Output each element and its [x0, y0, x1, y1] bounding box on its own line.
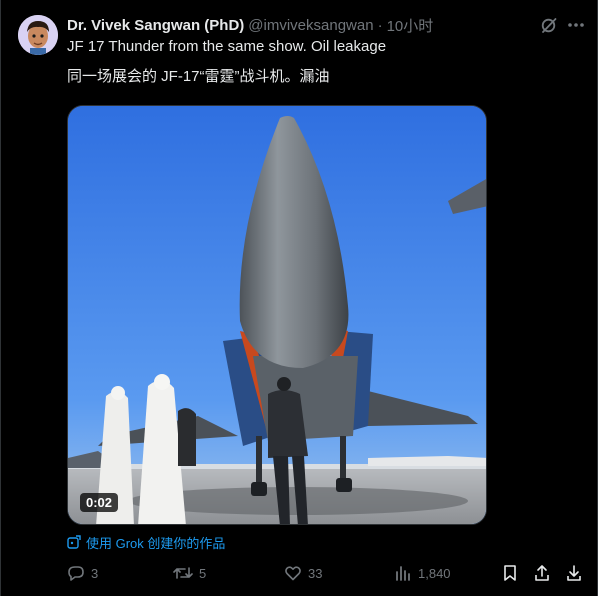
- video-time-badge: 0:02: [80, 493, 119, 512]
- bookmark-button[interactable]: [501, 562, 525, 584]
- video-player[interactable]: 0:02: [67, 105, 487, 525]
- reply-icon: [68, 566, 84, 581]
- repost-icon: [173, 567, 193, 579]
- avatar[interactable]: [18, 15, 58, 55]
- grok-create-link[interactable]: 使用 Grok 创建你的作品: [67, 533, 225, 551]
- bookmark-icon: [504, 565, 516, 581]
- views-count: 1,840: [418, 565, 451, 581]
- post-text-line1: JF 17 Thunder from the same show. Oil le…: [67, 38, 387, 55]
- post-text-line2: 同一场展会的 JF-17“雷霆”战斗机。漏油: [67, 68, 330, 85]
- views-button[interactable]: 1,840: [394, 562, 451, 584]
- like-icon: [285, 566, 301, 581]
- grok-create-text[interactable]: 使用 Grok 创建你的作品: [86, 533, 225, 552]
- reply-button[interactable]: 3: [67, 562, 98, 584]
- download-icon: [567, 565, 581, 581]
- like-button[interactable]: 33: [284, 562, 322, 584]
- grok-icon[interactable]: [540, 16, 558, 34]
- author-handle[interactable]: @imviveksangwan: [248, 17, 373, 34]
- share-icon: [535, 565, 549, 581]
- like-count: 33: [308, 565, 323, 581]
- post-container: Dr. Vivek Sangwan (PhD) @imviveksangwan …: [0, 0, 598, 596]
- action-bar: 3 5 33 1,840: [67, 562, 589, 584]
- repost-count: 5: [199, 565, 207, 581]
- post-time[interactable]: 10小时: [387, 15, 434, 36]
- more-icon[interactable]: [566, 15, 586, 35]
- views-icon: [396, 566, 410, 581]
- share-button[interactable]: [533, 562, 557, 584]
- repost-button[interactable]: 5: [173, 562, 206, 584]
- reply-count: 3: [91, 565, 99, 581]
- post-header: Dr. Vivek Sangwan (PhD) @imviveksangwan …: [67, 15, 433, 35]
- jet-image: [68, 106, 486, 524]
- download-button[interactable]: [565, 562, 589, 584]
- grok-create-icon: [67, 535, 81, 549]
- avatar-memoji-icon: [18, 15, 58, 55]
- author-name[interactable]: Dr. Vivek Sangwan (PhD): [67, 17, 244, 34]
- separator-dot: ·: [377, 16, 383, 34]
